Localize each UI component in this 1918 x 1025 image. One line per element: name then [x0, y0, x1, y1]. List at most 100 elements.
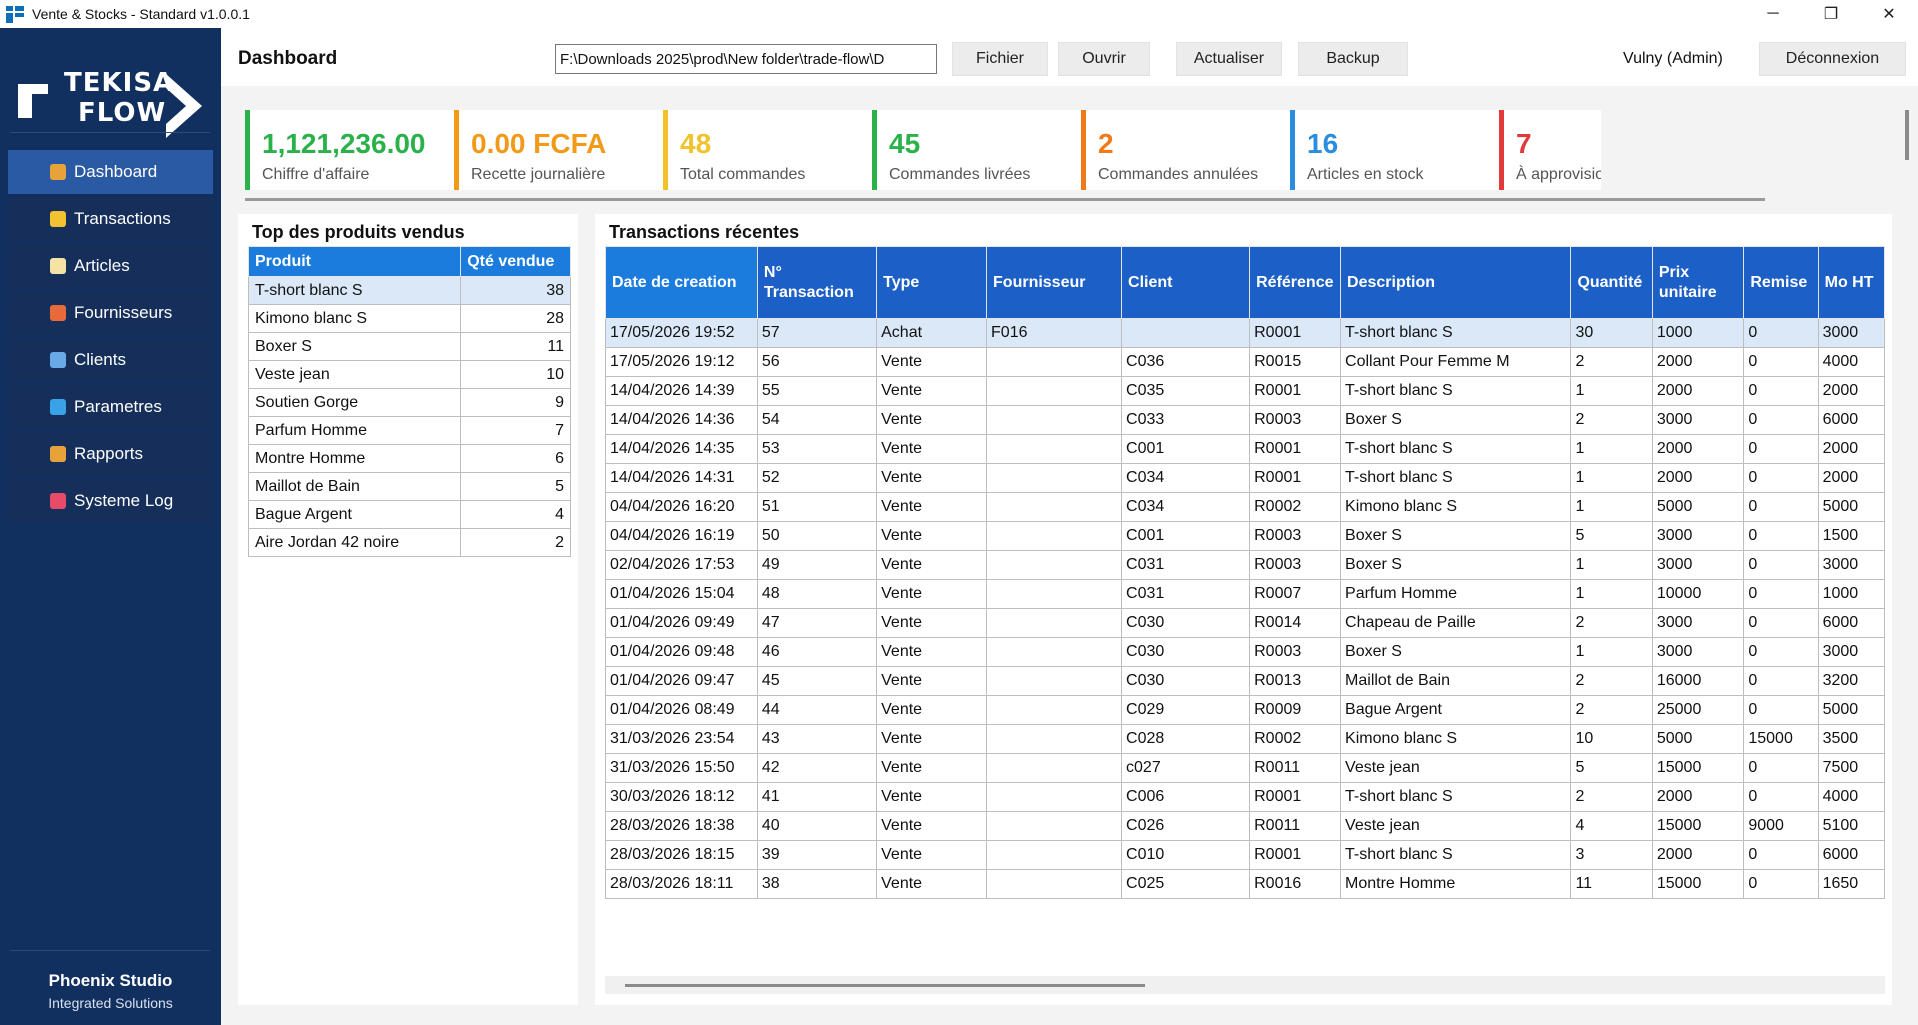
table-row[interactable]: Maillot de Bain 5: [247, 472, 571, 501]
close-button[interactable]: ✕: [1860, 0, 1918, 28]
table-cell: [986, 347, 1123, 377]
table-cell: 2: [1570, 405, 1653, 435]
maximize-button[interactable]: ❐: [1802, 0, 1860, 28]
refresh-button[interactable]: Actualiser: [1176, 42, 1282, 76]
table-cell: Montre Homme: [1340, 869, 1572, 899]
table-row[interactable]: 04/04/2026 16:19 50 Vente C001 R0003 Boxer S5…: [605, 521, 1885, 551]
sidebar-item-fournisseurs[interactable]: Fournisseurs: [8, 291, 213, 335]
kpi-value: 0.00 FCFA: [471, 128, 607, 159]
table-cell: [986, 405, 1123, 435]
column-header[interactable]: Référence: [1249, 246, 1342, 319]
column-header-product[interactable]: Produit: [247, 246, 462, 277]
table-row[interactable]: Boxer S 11: [247, 332, 571, 361]
backup-button[interactable]: Backup: [1298, 42, 1408, 76]
table-row[interactable]: 28/03/2026 18:15 39 Vente C010 R0001 T-short …: [605, 840, 1885, 870]
table-cell: 11: [1570, 869, 1653, 899]
vertical-scrollbar[interactable]: [1905, 110, 1909, 160]
table-row[interactable]: 04/04/2026 16:20 51 Vente C034 R0002 Kimono b…: [605, 492, 1885, 522]
file-button[interactable]: Fichier: [952, 42, 1048, 76]
table-row[interactable]: 01/04/2026 09:48 46 Vente C030 R0003 Boxer S1…: [605, 637, 1885, 667]
table-cell: 31/03/2026 15:50: [605, 753, 758, 783]
table-cell: Vente: [876, 869, 988, 899]
table-cell: 30: [1570, 318, 1653, 348]
table-row[interactable]: 14/04/2026 14:31 52 Vente C034 R0001 T-short …: [605, 463, 1885, 493]
table-cell: Maillot de Bain: [1340, 666, 1572, 696]
table-cell: 2: [1570, 666, 1653, 696]
table-cell: 3000: [1817, 637, 1885, 667]
table-row[interactable]: 17/05/2026 19:52 57 Achat F016 R0001 T-short …: [605, 318, 1885, 348]
transactions-horizontal-scrollbar[interactable]: [605, 976, 1885, 994]
file-path-input[interactable]: [555, 44, 937, 74]
table-row[interactable]: Bague Argent 4: [247, 500, 571, 529]
column-header[interactable]: Type: [876, 246, 988, 319]
table-cell: 57: [756, 318, 878, 348]
table-row[interactable]: 01/04/2026 09:49 47 Vente C030 R0014 Chapeau …: [605, 608, 1885, 638]
column-header[interactable]: N° Transaction: [756, 246, 878, 319]
table-cell: C001: [1121, 521, 1251, 551]
table-row[interactable]: T-short blanc S 38: [247, 276, 571, 305]
column-header[interactable]: Remise: [1743, 246, 1819, 319]
table-cell: C034: [1121, 463, 1251, 493]
kpi-label: À approvisionner: [1516, 166, 1601, 183]
table-row[interactable]: 28/03/2026 18:11 38 Vente C025 R0016 Montre H…: [605, 869, 1885, 899]
column-header[interactable]: Quantité: [1570, 246, 1653, 319]
table-cell: 2000: [1817, 434, 1885, 464]
table-row[interactable]: 31/03/2026 23:54 43 Vente C028 R0002 Kimono b…: [605, 724, 1885, 754]
sidebar-item-parametres[interactable]: Parametres: [8, 385, 213, 429]
open-button[interactable]: Ouvrir: [1058, 42, 1150, 76]
table-row[interactable]: 01/04/2026 09:47 45 Vente C030 R0013 Maillot …: [605, 666, 1885, 696]
table-row[interactable]: 01/04/2026 08:49 44 Vente C029 R0009 Bague Ar…: [605, 695, 1885, 725]
table-row[interactable]: Kimono blanc S 28: [247, 304, 571, 333]
table-cell: 2000: [1651, 376, 1745, 406]
sidebar-item-dashboard[interactable]: Dashboard: [8, 150, 213, 194]
minimize-button[interactable]: ─: [1744, 0, 1802, 28]
column-header-quantity[interactable]: Qté vendue: [460, 246, 571, 277]
column-header[interactable]: Description: [1340, 246, 1572, 319]
table-row[interactable]: 14/04/2026 14:36 54 Vente C033 R0003 Boxer S2…: [605, 405, 1885, 435]
table-row[interactable]: 14/04/2026 14:35 53 Vente C001 R0001 T-short …: [605, 434, 1885, 464]
table-cell: C033: [1121, 405, 1251, 435]
table-row[interactable]: Parfum Homme 7: [247, 416, 571, 445]
table-row[interactable]: Aire Jordan 42 noire 2: [247, 528, 571, 557]
scrollbar-thumb[interactable]: [625, 984, 1145, 987]
table-cell: C031: [1121, 579, 1251, 609]
table-cell: 1: [1570, 376, 1653, 406]
product-name-cell: Montre Homme: [247, 444, 462, 473]
column-header[interactable]: Mo HT: [1817, 246, 1885, 319]
kpi-horizontal-scrollbar[interactable]: [245, 198, 1765, 201]
quantity-cell: 11: [460, 332, 571, 361]
table-row[interactable]: Montre Homme 6: [247, 444, 571, 473]
table-cell: C025: [1121, 869, 1251, 899]
table-cell: Kimono blanc S: [1340, 492, 1572, 522]
column-header[interactable]: Client: [1121, 246, 1251, 319]
table-row[interactable]: 01/04/2026 15:04 48 Vente C031 R0007 Parfum H…: [605, 579, 1885, 609]
column-header[interactable]: Date de creation: [605, 246, 758, 319]
table-row[interactable]: Veste jean 10: [247, 360, 571, 389]
table-cell: 41: [756, 782, 878, 812]
clients-icon: [50, 352, 66, 368]
column-header[interactable]: Prix unitaire: [1651, 246, 1745, 319]
table-row[interactable]: 02/04/2026 17:53 49 Vente C031 R0003 Boxer S1…: [605, 550, 1885, 580]
table-row[interactable]: Soutien Gorge 9: [247, 388, 571, 417]
table-row[interactable]: 17/05/2026 19:12 56 Vente C036 R0015 Collant …: [605, 347, 1885, 377]
table-cell: 43: [756, 724, 878, 754]
logout-button[interactable]: Déconnexion: [1759, 42, 1906, 76]
table-cell: 49: [756, 550, 878, 580]
table-cell: 1500: [1817, 521, 1885, 551]
sidebar-item-transactions[interactable]: Transactions: [8, 197, 213, 241]
table-cell: T-short blanc S: [1340, 463, 1572, 493]
kpi-value: 48: [680, 128, 712, 159]
sidebar-item-articles[interactable]: Articles: [8, 244, 213, 288]
table-cell: Vente: [876, 811, 988, 841]
table-cell: 2000: [1817, 376, 1885, 406]
sidebar-item-clients[interactable]: Clients: [8, 338, 213, 382]
column-header[interactable]: Fournisseur: [986, 246, 1123, 319]
sidebar-item-systeme-log[interactable]: Systeme Log: [8, 479, 213, 523]
table-row[interactable]: 14/04/2026 14:39 55 Vente C035 R0001 T-short …: [605, 376, 1885, 406]
table-cell: C030: [1121, 637, 1251, 667]
table-row[interactable]: 30/03/2026 18:12 41 Vente C006 R0001 T-short …: [605, 782, 1885, 812]
table-row[interactable]: 31/03/2026 15:50 42 Vente c027 R0011 Veste je…: [605, 753, 1885, 783]
table-row[interactable]: 28/03/2026 18:38 40 Vente C026 R0011 Veste je…: [605, 811, 1885, 841]
table-cell: 2000: [1651, 434, 1745, 464]
sidebar-item-rapports[interactable]: Rapports: [8, 432, 213, 476]
